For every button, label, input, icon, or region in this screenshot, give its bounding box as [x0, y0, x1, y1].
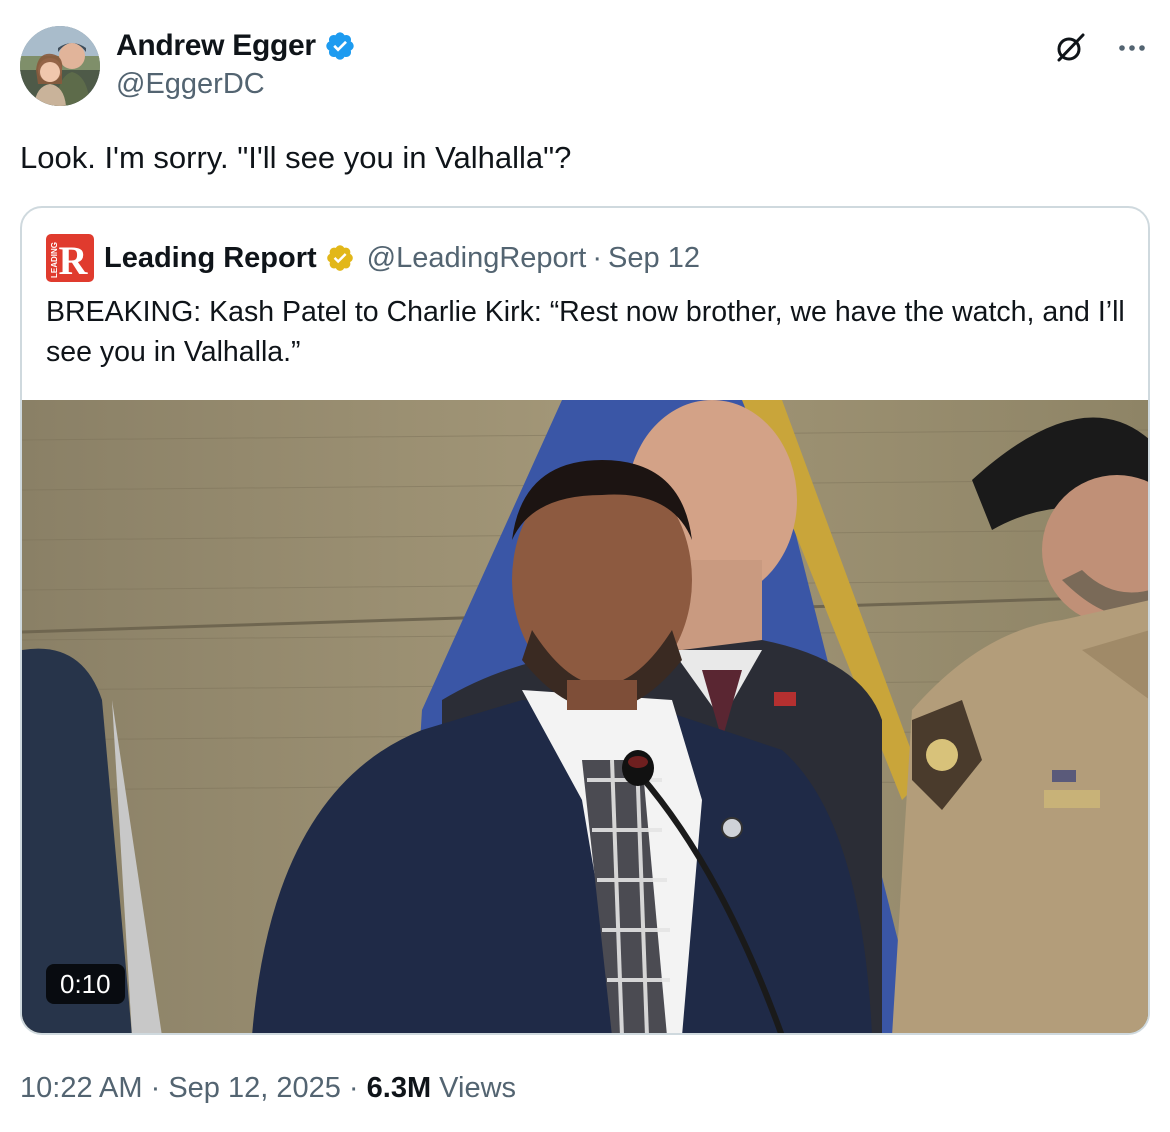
metadata-separator: · [340, 1072, 367, 1104]
grok-icon[interactable] [1052, 30, 1088, 66]
author-handle[interactable]: @EggerDC [116, 68, 265, 101]
logo-letter: R [59, 238, 89, 282]
tweet-time[interactable]: 10:22 AM [20, 1072, 143, 1105]
quoted-author-handle[interactable]: @LeadingReport [367, 242, 587, 275]
leading-report-logo[interactable]: R LEADING [46, 234, 94, 282]
metadata-separator: · [142, 1072, 169, 1104]
quoted-tweet-card[interactable]: R LEADING Leading Report @LeadingReport … [20, 206, 1150, 1035]
top-actions [1052, 30, 1150, 66]
quoted-meta-separator: · [592, 241, 603, 274]
quoted-tweet-header: R LEADING Leading Report @LeadingReport … [46, 234, 700, 282]
quoted-author-name[interactable]: Leading Report [104, 242, 317, 275]
views-label: Views [431, 1072, 517, 1104]
views-count[interactable]: 6.3M [367, 1072, 431, 1105]
tweet-text: Look. I'm sorry. "I'll see you in Valhal… [20, 140, 572, 175]
author-name[interactable]: Andrew Egger [116, 29, 316, 63]
author-avatar[interactable] [20, 26, 100, 106]
tweet-date[interactable]: Sep 12, 2025 [168, 1072, 341, 1105]
gold-verified-badge-icon[interactable] [325, 243, 355, 273]
logo-caption: LEADING [50, 242, 59, 278]
video-player[interactable]: 0:10 [22, 400, 1148, 1033]
verified-badge-icon[interactable] [324, 30, 356, 62]
tweet: Andrew Egger @EggerDC Look. I'm sorry. "… [0, 0, 1170, 1132]
tweet-metadata: 10:22 AM · Sep 12, 2025 · 6.3M Views [20, 1072, 516, 1105]
quoted-date[interactable]: Sep 12 [608, 242, 700, 275]
author-name-row: Andrew Egger [116, 26, 356, 66]
video-frame [22, 400, 1148, 1033]
quoted-tweet-text: BREAKING: Kash Patel to Charlie Kirk: “R… [46, 296, 1125, 368]
more-horizontal-icon[interactable] [1114, 30, 1150, 66]
video-duration-badge: 0:10 [46, 964, 125, 1004]
